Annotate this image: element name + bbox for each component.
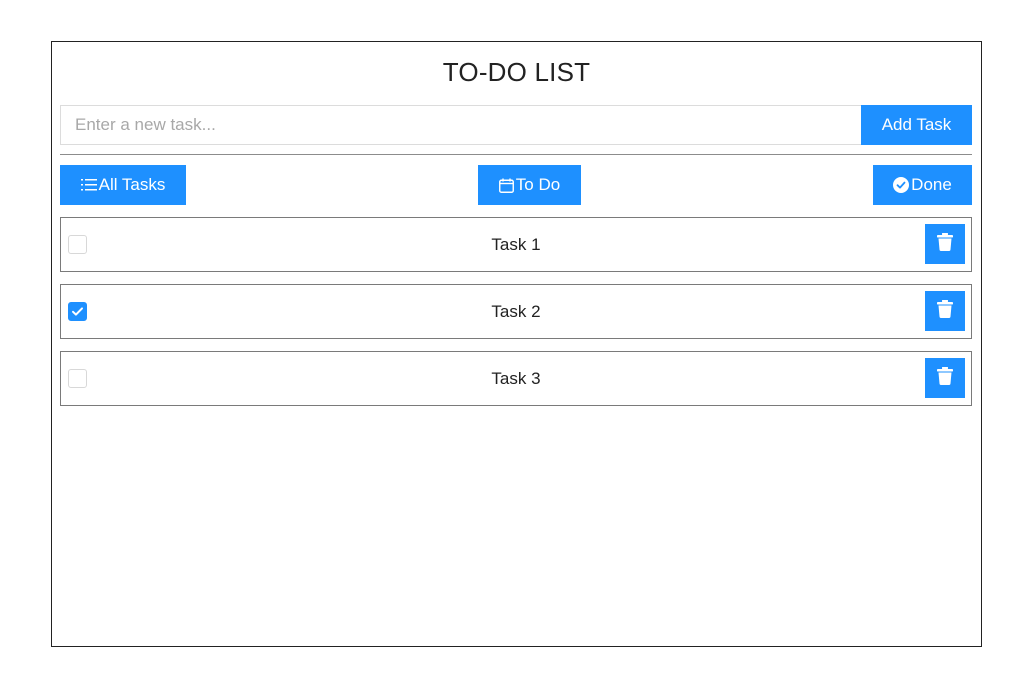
todo-app: TO-DO LIST Add Task All Tasks To — [51, 41, 982, 647]
filter-done-label: Done — [911, 175, 952, 194]
filter-done-button[interactable]: Done — [873, 165, 972, 205]
delete-task-button[interactable] — [925, 291, 965, 331]
new-task-input[interactable] — [60, 105, 862, 145]
filter-all-tasks-button[interactable]: All Tasks — [60, 165, 186, 205]
task-checkbox[interactable] — [68, 302, 87, 321]
task-label: Task 1 — [491, 235, 541, 254]
check-circle-icon — [893, 177, 910, 193]
filter-todo-button[interactable]: To Do — [478, 165, 581, 205]
divider — [60, 154, 972, 155]
trash-icon — [937, 232, 953, 256]
delete-task-button[interactable] — [925, 224, 965, 264]
filter-todo-label: To Do — [515, 175, 561, 194]
page-title: TO-DO LIST — [442, 57, 591, 87]
task-row: Task 3 — [60, 351, 972, 406]
task-checkbox[interactable] — [68, 235, 87, 254]
trash-icon — [937, 299, 953, 323]
task-checkbox[interactable] — [68, 369, 87, 388]
filter-all-label: All Tasks — [98, 175, 166, 194]
calendar-icon — [498, 178, 514, 193]
task-label: Task 3 — [491, 369, 541, 388]
task-row: Task 1 — [60, 217, 972, 272]
delete-task-button[interactable] — [925, 358, 965, 398]
trash-icon — [937, 366, 953, 390]
task-row: Task 2 — [60, 284, 972, 339]
task-label: Task 2 — [491, 302, 541, 321]
list-icon — [80, 178, 97, 192]
add-task-button[interactable]: Add Task — [861, 105, 972, 145]
